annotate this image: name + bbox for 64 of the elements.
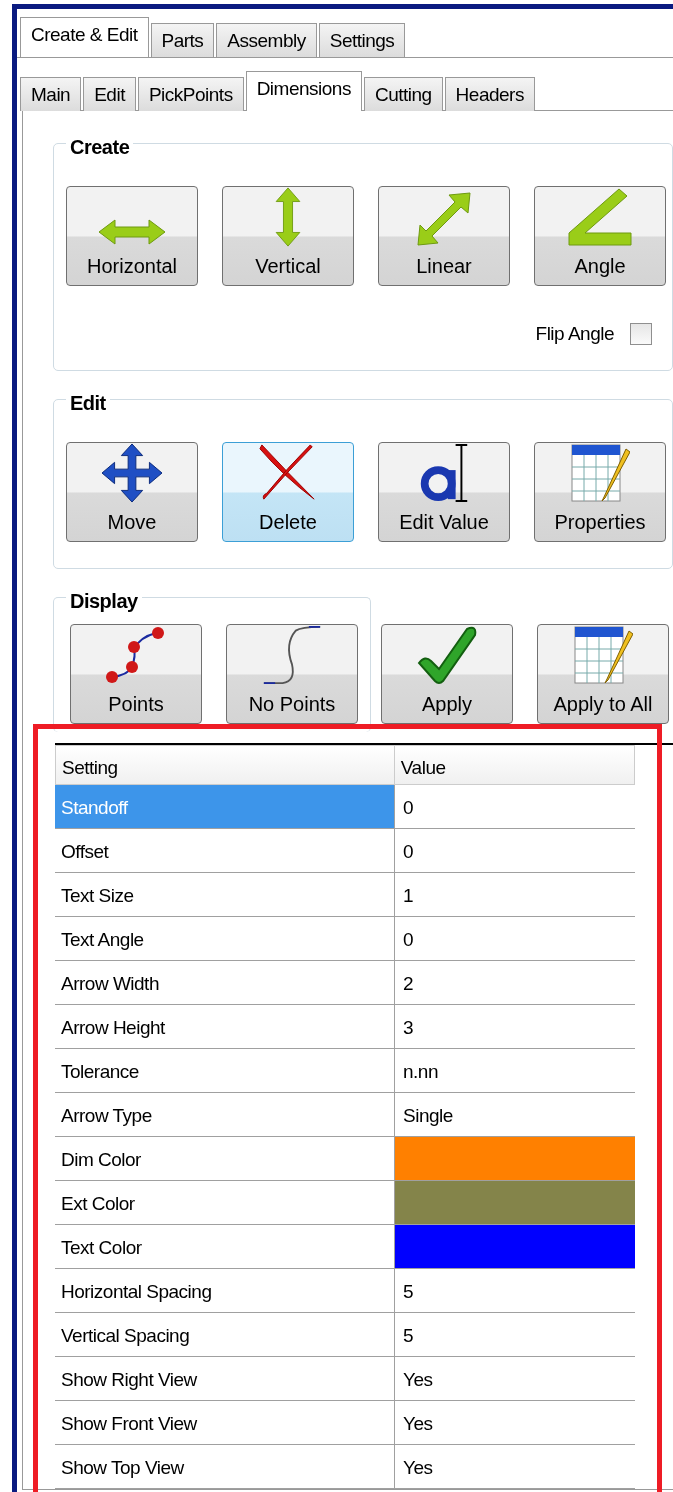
value-cell[interactable]: 2 [395,961,635,1004]
setting-cell[interactable]: Show Right View [55,1357,395,1400]
color-swatch[interactable] [395,1181,635,1224]
value-cell[interactable]: 3 [395,1005,635,1048]
tab[interactable]: Assembly [216,23,317,57]
value-cell[interactable]: 5 [395,1269,635,1312]
value-cell[interactable]: Single [395,1093,635,1136]
tool-button[interactable]: Linear [378,186,510,286]
double-arrow-icon [97,217,167,247]
tab[interactable]: Main [20,77,82,111]
setting-cell[interactable]: Horizontal Spacing [55,1269,395,1312]
column-header[interactable]: Value [394,746,634,784]
value-cell[interactable]: 0 [395,785,635,828]
tool-button[interactable]: Vertical [222,186,354,286]
value-cell[interactable]: 0 [395,829,635,872]
setting-cell[interactable]: Arrow Type [55,1093,395,1136]
tool-button[interactable]: Points [70,624,202,724]
tool-button[interactable]: Edit Value [378,442,510,542]
tab[interactable]: Settings [318,23,406,57]
color-swatch[interactable] [395,1137,635,1180]
tool-button[interactable]: Move [66,442,198,542]
setting-cell[interactable]: Arrow Height [55,1005,395,1048]
value-cell[interactable]: 5 [395,1313,635,1356]
text-cursor-icon [418,443,470,503]
tool-button[interactable]: Apply [381,624,513,724]
tool-button[interactable]: No Points [226,624,358,724]
setting-cell[interactable]: Vertical Spacing [55,1313,395,1356]
value-cell[interactable]: 1 [395,873,635,916]
value-cell[interactable]: Yes [395,1445,635,1488]
tab[interactable]: Create & Edit [20,17,149,57]
setting-cell[interactable]: Show Front View [55,1401,395,1444]
setting-cell[interactable]: Tolerance [55,1049,395,1092]
double-arrow-icon [273,187,303,247]
tab[interactable]: Parts [150,23,215,57]
value-cell[interactable]: Yes [395,1401,635,1444]
table-pencil-icon [573,625,633,685]
tool-button[interactable]: Horizontal [66,186,198,286]
setting-cell[interactable]: Text Size [55,873,395,916]
setting-cell[interactable]: Text Angle [55,917,395,960]
tab[interactable]: Cutting [363,77,443,111]
curve-points-icon [106,625,166,685]
setting-cell[interactable]: Arrow Width [55,961,395,1004]
tab[interactable]: Edit [83,77,136,111]
checkbox[interactable] [630,323,652,345]
tool-button[interactable]: Apply to All [537,624,669,724]
tab[interactable]: PickPoints [137,77,244,111]
angle-icon [567,187,633,247]
tool-button[interactable]: Angle [534,186,666,286]
check-mark-icon [417,625,477,685]
color-swatch[interactable] [395,1225,635,1268]
value-cell[interactable]: 0 [395,917,635,960]
tool-button[interactable]: Properties [534,442,666,542]
column-header[interactable]: Setting [56,746,395,784]
tab[interactable]: Headers [444,77,535,111]
value-cell[interactable]: Yes [395,1357,635,1400]
checkbox-label: Flip Angle [535,321,614,346]
table-pencil-icon [570,443,630,503]
double-arrow-icon [416,191,472,247]
value-cell[interactable]: n.nn [395,1049,635,1092]
tool-button[interactable]: Delete [222,442,354,542]
tab[interactable]: Dimensions [245,71,362,111]
setting-cell[interactable]: Show Top View [55,1445,395,1488]
four-way-arrow-icon [100,443,164,503]
setting-cell[interactable]: Offset [55,829,395,872]
